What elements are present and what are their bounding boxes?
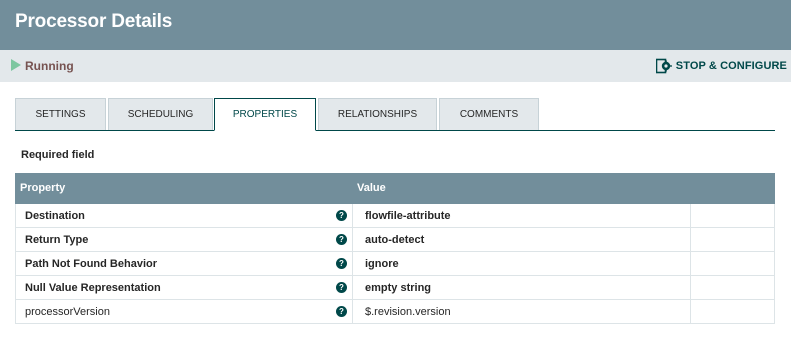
property-value: empty string (365, 282, 432, 294)
property-value-cell[interactable]: $.revision.version (353, 300, 691, 323)
property-value: flowfile-attribute (365, 210, 451, 222)
property-value-cell[interactable]: ignore (353, 252, 691, 275)
table-header: Property Value (15, 173, 775, 204)
help-icon[interactable]: ? (336, 282, 347, 293)
property-name: Null Value Representation (25, 282, 161, 294)
table-row[interactable]: Destination ? flowfile-attribute (15, 204, 775, 228)
property-value: $.revision.version (365, 306, 451, 318)
table-row[interactable]: Return Type ? auto-detect (15, 228, 775, 252)
stop-configure-label: STOP & CONFIGURE (675, 60, 787, 72)
help-icon[interactable]: ? (336, 258, 347, 269)
tab-properties[interactable]: PROPERTIES (214, 98, 316, 131)
property-value-cell[interactable]: flowfile-attribute (353, 204, 691, 227)
required-field-note: Required field (21, 149, 95, 161)
property-name: Return Type (25, 234, 89, 246)
property-name-cell: Return Type ? (15, 228, 353, 251)
property-name-cell: Destination ? (15, 204, 353, 227)
row-actions-cell (691, 300, 775, 323)
dialog-header: Processor Details (0, 0, 791, 50)
row-actions-cell (691, 228, 775, 251)
stop-configure-button[interactable]: STOP & CONFIGURE (655, 57, 787, 75)
property-value: auto-detect (365, 234, 425, 246)
stop-configure-icon (655, 58, 672, 74)
help-icon[interactable]: ? (336, 306, 347, 317)
help-icon[interactable]: ? (336, 234, 347, 245)
status-bar: Running STOP & CONFIGURE (0, 50, 791, 82)
run-status-label: Running (25, 59, 74, 73)
property-name-cell: processorVersion ? (15, 300, 353, 323)
property-name-cell: Path Not Found Behavior ? (15, 252, 353, 275)
column-header-property[interactable]: Property (20, 182, 65, 194)
properties-table: Property Value Destination ? flowfile-at… (15, 173, 775, 324)
tab-comments[interactable]: COMMENTS (439, 98, 539, 130)
property-value-cell[interactable]: empty string (353, 276, 691, 299)
tab-relationships[interactable]: RELATIONSHIPS (318, 98, 437, 130)
play-icon (11, 59, 21, 71)
help-icon[interactable]: ? (336, 210, 347, 221)
property-name: Destination (25, 210, 85, 222)
tab-settings[interactable]: SETTINGS (15, 98, 106, 130)
table-row[interactable]: Path Not Found Behavior ? ignore (15, 252, 775, 276)
row-actions-cell (691, 276, 775, 299)
row-actions-cell (691, 204, 775, 227)
row-actions-cell (691, 252, 775, 275)
table-row[interactable]: processorVersion ? $.revision.version (15, 300, 775, 324)
column-header-value[interactable]: Value (357, 182, 386, 194)
property-name: processorVersion (25, 306, 110, 318)
property-value-cell[interactable]: auto-detect (353, 228, 691, 251)
dialog-title: Processor Details (15, 11, 173, 32)
tab-bar: SETTINGS SCHEDULING PROPERTIES RELATIONS… (15, 98, 775, 131)
table-row[interactable]: Null Value Representation ? empty string (15, 276, 775, 300)
property-name: Path Not Found Behavior (25, 258, 157, 270)
property-name-cell: Null Value Representation ? (15, 276, 353, 299)
tab-scheduling[interactable]: SCHEDULING (108, 98, 213, 130)
property-value: ignore (365, 258, 399, 270)
